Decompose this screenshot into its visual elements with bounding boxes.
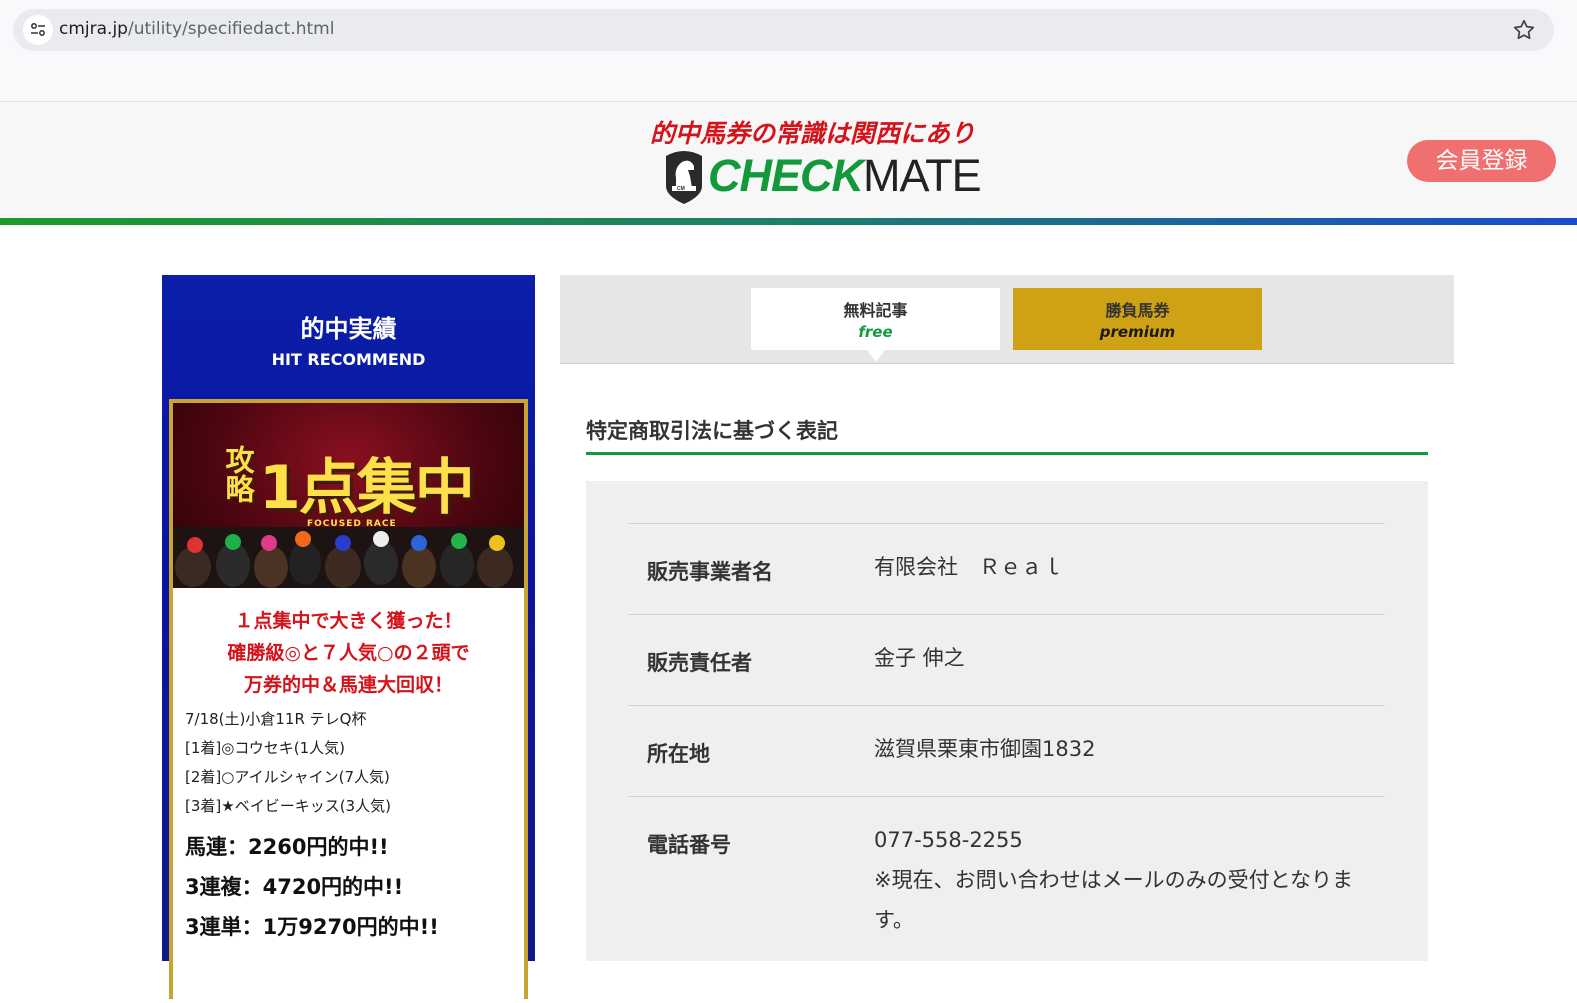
- browser-chrome: cmjra.jp/utility/specifiedact.html: [0, 0, 1577, 101]
- url-path: /utility/specifiedact.html: [127, 19, 335, 39]
- payout-item: 3連単：1万9270円的中!!: [185, 915, 439, 939]
- racehorses-illustration: [173, 527, 524, 588]
- logo-wordmark: CHECKMATE: [708, 150, 982, 202]
- logo-check: CHECK: [708, 150, 864, 201]
- site-info-icon[interactable]: [23, 15, 53, 45]
- knight-shield-icon: CM: [666, 151, 702, 204]
- focused-race-banner[interactable]: 攻略 1点集中 FOCUSED RACE: [173, 403, 524, 588]
- address-bar[interactable]: cmjra.jp/utility/specifiedact.html: [13, 9, 1554, 51]
- race-finisher: [2着]○アイルシャイン(7人気): [185, 768, 390, 786]
- payout-list: 馬連：2260円的中!! 3連複：4720円的中!! 3連単：1万9270円的中…: [185, 827, 439, 947]
- row-label: 所在地: [647, 742, 710, 766]
- legal-info-table: 販売事業者名 有限会社 Ｒｅａｌ 販売責任者 金子 伸之 所在地 滋賀県栗東市御…: [628, 523, 1385, 967]
- row-value: 金子 伸之: [874, 638, 965, 678]
- row-value: 有限会社 Ｒｅａｌ: [874, 547, 1063, 587]
- responsible-person: 金子 伸之: [874, 646, 965, 670]
- payout-item: 馬連：2260円的中!!: [185, 835, 389, 859]
- tab-premium[interactable]: 勝負馬券 premium: [1013, 288, 1262, 350]
- row-value: 滋賀県栗東市御園1832: [874, 729, 1095, 769]
- header-divider: [0, 218, 1577, 225]
- table-row: 電話番号 077-558-2255 ※現在、お問い合わせはメールのみの受付となり…: [628, 797, 1385, 967]
- seller-name: 有限会社 Ｒｅａｌ: [874, 555, 1063, 579]
- tab-free-sub: free: [858, 323, 893, 341]
- race-finisher: [3着]★ベイビーキッス(3人気): [185, 797, 391, 815]
- bookmark-star-icon[interactable]: [1511, 17, 1537, 43]
- svg-text:CM: CM: [677, 186, 685, 192]
- hit-record-sidebar: 的中実績 HIT RECOMMEND 攻略 1点集中 FOCUSED RACE: [162, 275, 535, 1003]
- tab-premium-label: 勝負馬券: [1105, 301, 1170, 320]
- sidebar-title: 的中実績: [300, 315, 397, 343]
- logo-mate: MATE: [863, 150, 982, 201]
- banner-main-text: 1点集中: [259, 453, 475, 523]
- race-result-list: 7/18(土)小倉11R テレQ杯 [1着]◎コウセキ(1人気) [2着]○アイ…: [185, 705, 391, 821]
- legal-info-panel: 販売事業者名 有限会社 Ｒｅａｌ 販売責任者 金子 伸之 所在地 滋賀県栗東市御…: [586, 481, 1428, 961]
- table-row: 所在地 滋賀県栗東市御園1832: [628, 706, 1385, 797]
- page-title: 特定商取引法に基づく表記: [586, 419, 838, 443]
- checkmate-logo[interactable]: CM CHECKMATE: [664, 148, 984, 206]
- tab-free[interactable]: 無料記事 free: [751, 288, 1000, 362]
- tab-free-label: 無料記事: [843, 301, 908, 320]
- title-underline: [586, 452, 1428, 455]
- hit-card[interactable]: 攻略 1点集中 FOCUSED RACE １点集中で大きく獲った！ 確勝級◎と７…: [169, 399, 528, 1003]
- row-label: 電話番号: [647, 833, 731, 857]
- register-button[interactable]: 会員登録: [1407, 140, 1556, 182]
- row-label: 販売事業者名: [647, 560, 773, 584]
- article-tabs: 無料記事 free 勝負馬券 premium: [560, 275, 1454, 364]
- phone-number: 077-558-2255: [874, 828, 1023, 852]
- headline-line: 万券的中＆馬連大回収！: [243, 674, 453, 696]
- headline-line: 確勝級◎と７人気○の２頭で: [227, 642, 470, 664]
- table-row: 販売事業者名 有限会社 Ｒｅａｌ: [628, 524, 1385, 615]
- site-header: 的中馬券の常識は関西にあり CM CHECKMATE 会員登録: [0, 101, 1577, 219]
- race-info: 7/18(土)小倉11R テレQ杯: [185, 710, 367, 728]
- row-label: 販売責任者: [647, 651, 752, 675]
- tab-premium-sub: premium: [1099, 323, 1176, 341]
- table-row: 販売責任者 金子 伸之: [628, 615, 1385, 706]
- headline-line: １点集中で大きく獲った！: [234, 610, 463, 632]
- url-host: cmjra.jp: [59, 19, 128, 39]
- payout-item: 3連複：4720円的中!!: [185, 875, 404, 899]
- row-value: 077-558-2255 ※現在、お問い合わせはメールのみの受付となります。: [874, 820, 1374, 940]
- url-text[interactable]: cmjra.jp/utility/specifiedact.html: [59, 19, 334, 39]
- contact-note: ※現在、お問い合わせはメールのみの受付となります。: [874, 868, 1353, 932]
- race-finisher: [1着]◎コウセキ(1人気): [185, 739, 345, 757]
- banner-left-text: 攻略: [221, 445, 255, 503]
- header-tagline: 的中馬券の常識は関西にあり: [650, 119, 976, 148]
- hit-card-body: 攻略 1点集中 FOCUSED RACE １点集中で大きく獲った！ 確勝級◎と７…: [173, 403, 524, 1003]
- sidebar-subtitle: HIT RECOMMEND: [271, 350, 426, 369]
- address: 滋賀県栗東市御園1832: [874, 737, 1096, 761]
- hit-headline: １点集中で大きく獲った！ 確勝級◎と７人気○の２頭で 万券的中＆馬連大回収！: [173, 605, 524, 701]
